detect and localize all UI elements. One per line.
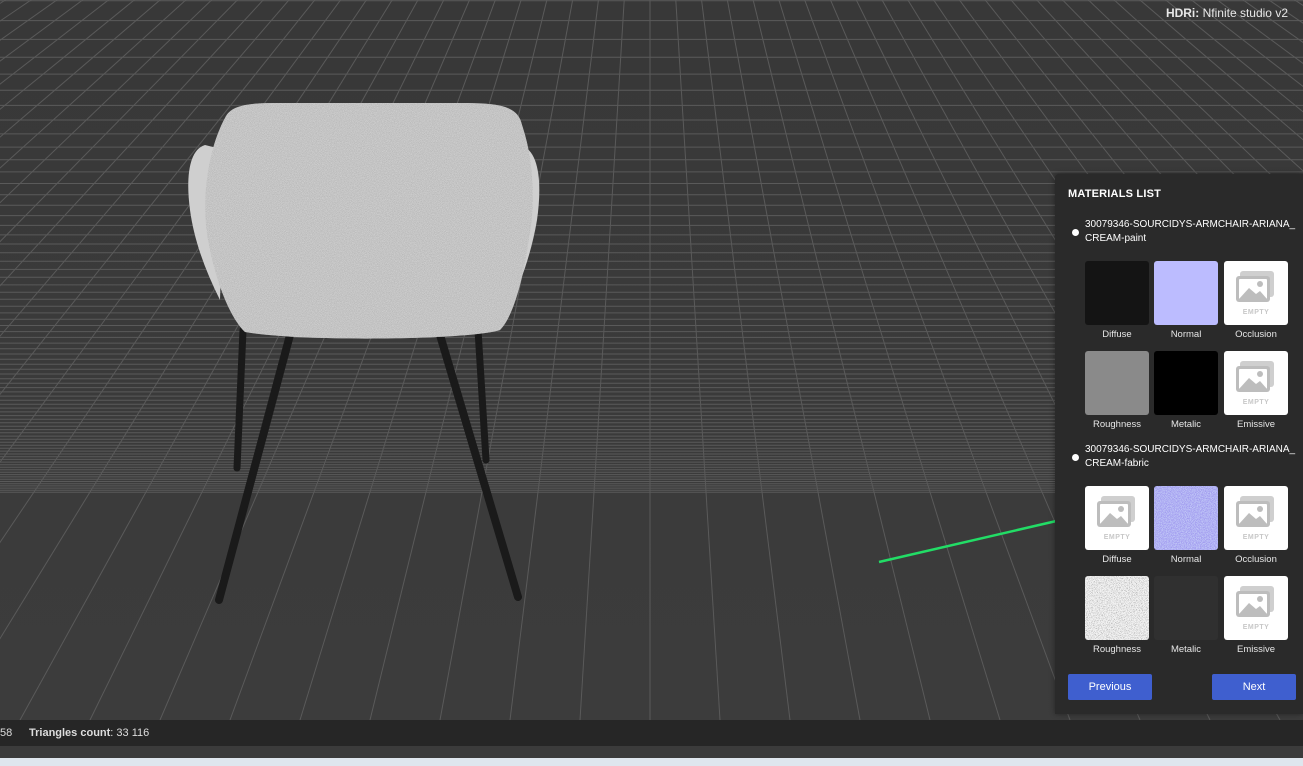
texture-label: Diffuse	[1102, 554, 1132, 565]
bottom-strip	[0, 746, 1303, 766]
texture-thumbnail[interactable]	[1154, 351, 1218, 415]
empty-label: EMPTY	[1103, 534, 1131, 541]
status-bar: 58 Triangles count: 33 116	[0, 720, 1303, 746]
texture-label: Roughness	[1092, 644, 1142, 655]
material-name: 30079346-SOURCIDYS-ARMCHAIR-ARIANA_CREAM…	[1085, 219, 1296, 244]
empty-label: EMPTY	[1242, 624, 1270, 631]
image-placeholder-icon	[1236, 586, 1274, 617]
empty-label: EMPTY	[1242, 534, 1270, 541]
normal-map-noise	[1154, 486, 1218, 550]
image-placeholder-icon	[1236, 496, 1274, 527]
texture-label: Normal	[1170, 554, 1202, 565]
texture-thumbnail[interactable]	[1154, 576, 1218, 640]
texture-slot-occlusion[interactable]: EMPTY Occlusion	[1224, 261, 1288, 340]
texture-thumbnail[interactable]: EMPTY	[1085, 486, 1149, 550]
texture-slot-metalic[interactable]: Metalic	[1154, 351, 1218, 430]
empty-label: EMPTY	[1242, 399, 1270, 406]
material-radio[interactable]	[1072, 229, 1079, 236]
material-name: 30079346-SOURCIDYS-ARMCHAIR-ARIANA_CREAM…	[1085, 444, 1296, 469]
texture-thumbnail[interactable]	[1085, 261, 1149, 325]
texture-thumbnail[interactable]: EMPTY	[1224, 486, 1288, 550]
triangles-label: Triangles count	[29, 727, 111, 739]
texture-slot-emissive[interactable]: EMPTY Emissive	[1224, 576, 1288, 655]
texture-label: Emissive	[1236, 644, 1275, 655]
texture-label: Roughness	[1092, 419, 1142, 430]
status-number: 58	[0, 727, 13, 739]
texture-label: Metalic	[1170, 644, 1202, 655]
texture-slot-normal[interactable]: Normal	[1154, 261, 1218, 340]
texture-slot-emissive[interactable]: EMPTY Emissive	[1224, 351, 1288, 430]
texture-label: Occlusion	[1235, 329, 1277, 340]
next-button[interactable]: Next	[1212, 674, 1296, 700]
texture-slot-roughness[interactable]: Roughness	[1085, 351, 1149, 430]
roughness-map-noise	[1085, 576, 1149, 640]
texture-slot-normal[interactable]: Normal	[1154, 486, 1218, 565]
materials-panel: MATERIALS LIST 30079346-SOURCIDYS-ARMCHA…	[1055, 174, 1303, 714]
texture-label: Occlusion	[1235, 554, 1277, 565]
triangles-value: : 33 116	[110, 727, 150, 739]
texture-thumbnail[interactable]: EMPTY	[1224, 576, 1288, 640]
texture-thumbnail[interactable]: EMPTY	[1224, 351, 1288, 415]
texture-label: Diffuse	[1102, 329, 1132, 340]
hdri-label: HDRi:	[1165, 6, 1200, 20]
texture-slot-occlusion[interactable]: EMPTY Occlusion	[1224, 486, 1288, 565]
texture-thumbnail[interactable]	[1085, 351, 1149, 415]
hdri-value: Nfinite studio v2	[1202, 6, 1288, 20]
texture-slot-diffuse[interactable]: Diffuse	[1085, 261, 1149, 340]
texture-thumbnail[interactable]	[1085, 576, 1149, 640]
browser-bottom-edge	[0, 758, 1303, 766]
texture-slot-roughness[interactable]: Roughness	[1085, 576, 1149, 655]
texture-label: Emissive	[1236, 419, 1275, 430]
image-placeholder-icon	[1236, 361, 1274, 392]
materials-panel-title: MATERIALS LIST	[1068, 188, 1162, 200]
texture-thumbnail[interactable]	[1154, 261, 1218, 325]
texture-label: Metalic	[1170, 419, 1202, 430]
texture-slot-metalic[interactable]: Metalic	[1154, 576, 1218, 655]
empty-label: EMPTY	[1242, 309, 1270, 316]
image-placeholder-icon	[1236, 271, 1274, 302]
texture-slot-diffuse[interactable]: EMPTY Diffuse	[1085, 486, 1149, 565]
image-placeholder-icon	[1097, 496, 1135, 527]
texture-label: Normal	[1170, 329, 1202, 340]
material-radio[interactable]	[1072, 454, 1079, 461]
triangles-count: Triangles count: 33 116	[29, 720, 149, 746]
texture-thumbnail[interactable]	[1154, 486, 1218, 550]
texture-thumbnail[interactable]: EMPTY	[1224, 261, 1288, 325]
hdri-indicator: HDRi: Nfinite studio v2	[1166, 6, 1288, 20]
previous-button[interactable]: Previous	[1068, 674, 1152, 700]
3d-viewport[interactable]: HDRi: Nfinite studio v2 MATERIALS LIST 3…	[0, 0, 1303, 720]
